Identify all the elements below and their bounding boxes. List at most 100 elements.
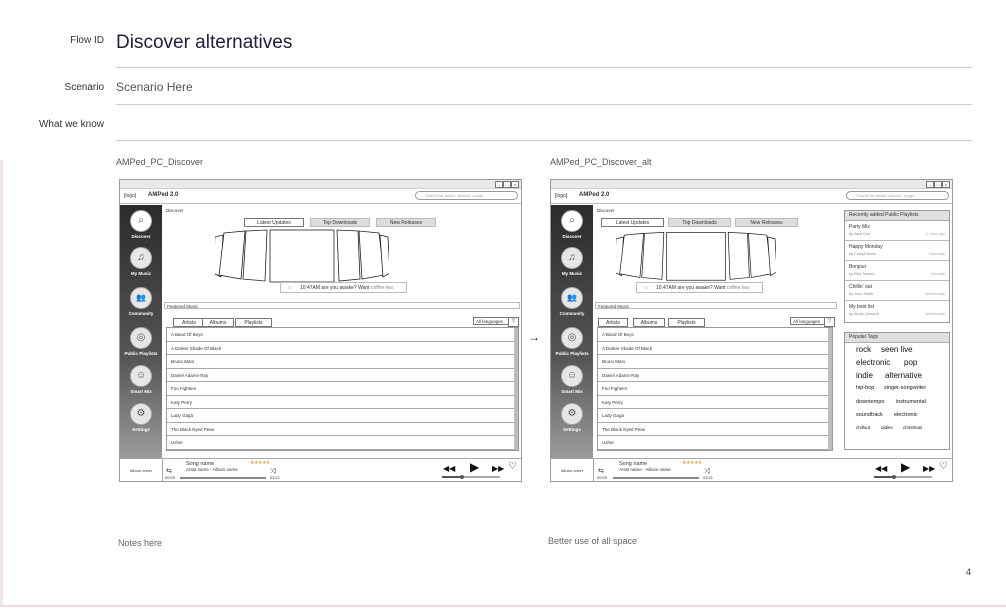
nav-community[interactable]: 👥 Community	[551, 287, 593, 316]
tab-new-releases[interactable]: New Releases	[735, 218, 798, 227]
list-item[interactable]: Katy Perry	[598, 396, 832, 409]
tag-link[interactable]: electronic	[894, 412, 918, 418]
minimize-button[interactable]: –	[926, 181, 934, 188]
list-item[interactable]: A Darker Shade Of Black	[167, 342, 518, 355]
play-button[interactable]: ▶	[470, 461, 479, 473]
tag-link[interactable]: soundtrack	[856, 412, 883, 418]
tag-link[interactable]: instrumental	[896, 399, 926, 405]
dropdown-icon[interactable]: ▽	[508, 317, 519, 327]
tab-latest-updates[interactable]: Latest Updates	[244, 218, 304, 227]
tab-top-downloads[interactable]: Top Downloads	[310, 218, 370, 227]
tag-link[interactable]: singer-songwriter	[884, 385, 926, 391]
nav-my-music[interactable]: ♫ My Music	[120, 247, 162, 276]
list-item[interactable]: Daniel Adams-Ray	[167, 369, 518, 382]
tag-link[interactable]: oldies	[881, 425, 893, 430]
progress-bar[interactable]	[180, 477, 266, 479]
playlist-item[interactable]: Party Mix by Jane Doe 6 mins ago	[845, 221, 949, 241]
list-item[interactable]: A Band Of Boys	[167, 328, 518, 342]
playlist-item[interactable]: My best list by Annie Johnson Wednesday	[845, 301, 949, 320]
next-button[interactable]: ▶▶	[923, 463, 935, 475]
repeat-icon[interactable]: ⇆	[166, 468, 172, 475]
progress-bar[interactable]	[613, 477, 699, 479]
album-cover[interactable]	[269, 229, 335, 283]
shuffle-icon[interactable]: ⤨	[704, 468, 710, 475]
coffee-tea-link[interactable]: coffee tea	[727, 285, 749, 291]
list-item[interactable]: Bruno Mars	[167, 355, 518, 369]
list-item[interactable]: The Black Eyed Peas	[598, 423, 832, 436]
tag-link[interactable]: electronic	[856, 358, 890, 367]
scrollbar[interactable]	[828, 328, 832, 450]
subtab-albums[interactable]: Albums	[202, 318, 234, 327]
tab-new-releases[interactable]: New Releases	[376, 218, 436, 227]
heart-icon[interactable]: ♡	[508, 461, 517, 473]
rating-stars[interactable]: ★★★★★	[250, 460, 270, 466]
tab-top-downloads[interactable]: Top Downloads	[668, 218, 731, 227]
nav-smart-mix[interactable]: ☺ Smart Mix	[551, 365, 593, 394]
maximize-button[interactable]: □	[934, 181, 942, 188]
notification-banner[interactable]: ☼ 10:47AM are you awake? Want coffee tea	[280, 282, 407, 293]
nav-smart-mix[interactable]: ☺ Smart Mix	[120, 365, 162, 394]
tag-link[interactable]: pop	[904, 358, 917, 367]
notification-banner[interactable]: ☼ 10:47AM are you awake? Want coffee tea	[636, 282, 763, 293]
nav-community[interactable]: 👥 Community	[120, 287, 162, 316]
repeat-icon[interactable]: ⇆	[598, 468, 604, 475]
volume-slider[interactable]	[442, 475, 500, 479]
list-item[interactable]: Usher	[598, 436, 832, 450]
close-button[interactable]: x	[511, 181, 519, 188]
list-item[interactable]: The Black Eyed Peas	[167, 423, 518, 436]
search-input[interactable]: Search for artists, albums, songs	[415, 191, 518, 200]
nav-settings[interactable]: ⚙ Settings	[551, 403, 593, 432]
nav-settings[interactable]: ⚙ Settings	[120, 403, 162, 432]
subtab-playlists[interactable]: Playlists	[235, 318, 272, 327]
list-item[interactable]: Foo Fighters	[598, 382, 832, 396]
list-item[interactable]: Lady Gaga	[167, 409, 518, 423]
tag-link[interactable]: indie	[856, 371, 873, 380]
list-item[interactable]: Usher	[167, 436, 518, 450]
subtab-artists[interactable]: Artists	[173, 318, 205, 327]
shuffle-icon[interactable]: ⤨	[270, 468, 276, 475]
playlist-item[interactable]: Chillin' out by John Smith Wednesday	[845, 281, 949, 301]
heart-icon[interactable]: ♡	[939, 461, 948, 473]
album-cover[interactable]	[242, 229, 268, 282]
nav-discover[interactable]: ⌕ Discover	[551, 210, 593, 239]
tag-link[interactable]: rock	[856, 345, 871, 354]
minimize-button[interactable]: –	[495, 181, 503, 188]
prev-button[interactable]: ◀◀	[875, 463, 887, 475]
tag-link[interactable]: christmas	[903, 425, 922, 430]
album-cover[interactable]	[336, 229, 361, 282]
next-button[interactable]: ▶▶	[492, 463, 504, 475]
tag-link[interactable]: downtempo	[856, 399, 884, 405]
tag-link[interactable]: chillout	[856, 425, 870, 430]
tab-latest-updates[interactable]: Latest Updates	[601, 218, 664, 227]
nav-discover[interactable]: ⌕ Discover	[120, 210, 162, 239]
search-input[interactable]: Search for artists, albums, songs	[846, 191, 949, 200]
tag-link[interactable]: hip-hop	[856, 385, 874, 391]
close-button[interactable]: x	[942, 181, 950, 188]
list-item[interactable]: A Band Of Boys	[598, 328, 832, 342]
list-item[interactable]: Daniel Adams-Ray	[598, 369, 832, 382]
album-cover[interactable]	[727, 232, 750, 280]
nav-public-playlists[interactable]: ◎ Public Playlists	[551, 327, 593, 356]
dropdown-icon[interactable]: ▽	[824, 317, 835, 327]
maximize-button[interactable]: □	[503, 181, 511, 188]
subtab-playlists[interactable]: Playlists	[668, 318, 705, 327]
coffee-tea-link[interactable]: coffee tea	[371, 285, 393, 291]
subtab-artists[interactable]: Artists	[598, 318, 628, 327]
album-cover[interactable]	[641, 232, 665, 280]
rating-stars[interactable]: ★★★★★	[682, 460, 702, 466]
scrollbar[interactable]	[514, 328, 518, 450]
tag-link[interactable]: alternative	[885, 371, 922, 380]
volume-slider[interactable]	[874, 475, 932, 479]
nav-public-playlists[interactable]: ◎ Public Playlists	[120, 327, 162, 356]
prev-button[interactable]: ◀◀	[443, 463, 455, 475]
list-item[interactable]: Katy Perry	[167, 396, 518, 409]
playlist-item[interactable]: Happy Monday by CrazyDancer Yesterday	[845, 241, 949, 261]
subtab-albums[interactable]: Albums	[633, 318, 665, 327]
playlist-item[interactable]: Bonjour by Eliot Tanner Monday	[845, 261, 949, 281]
list-item[interactable]: Bruno Mars	[598, 355, 832, 369]
language-select[interactable]: All languages ▽	[790, 317, 835, 327]
language-select[interactable]: All languages ▽	[473, 317, 519, 327]
play-button[interactable]: ▶	[901, 461, 910, 473]
nav-my-music[interactable]: ♫ My Music	[551, 247, 593, 276]
album-cover[interactable]	[666, 232, 726, 281]
